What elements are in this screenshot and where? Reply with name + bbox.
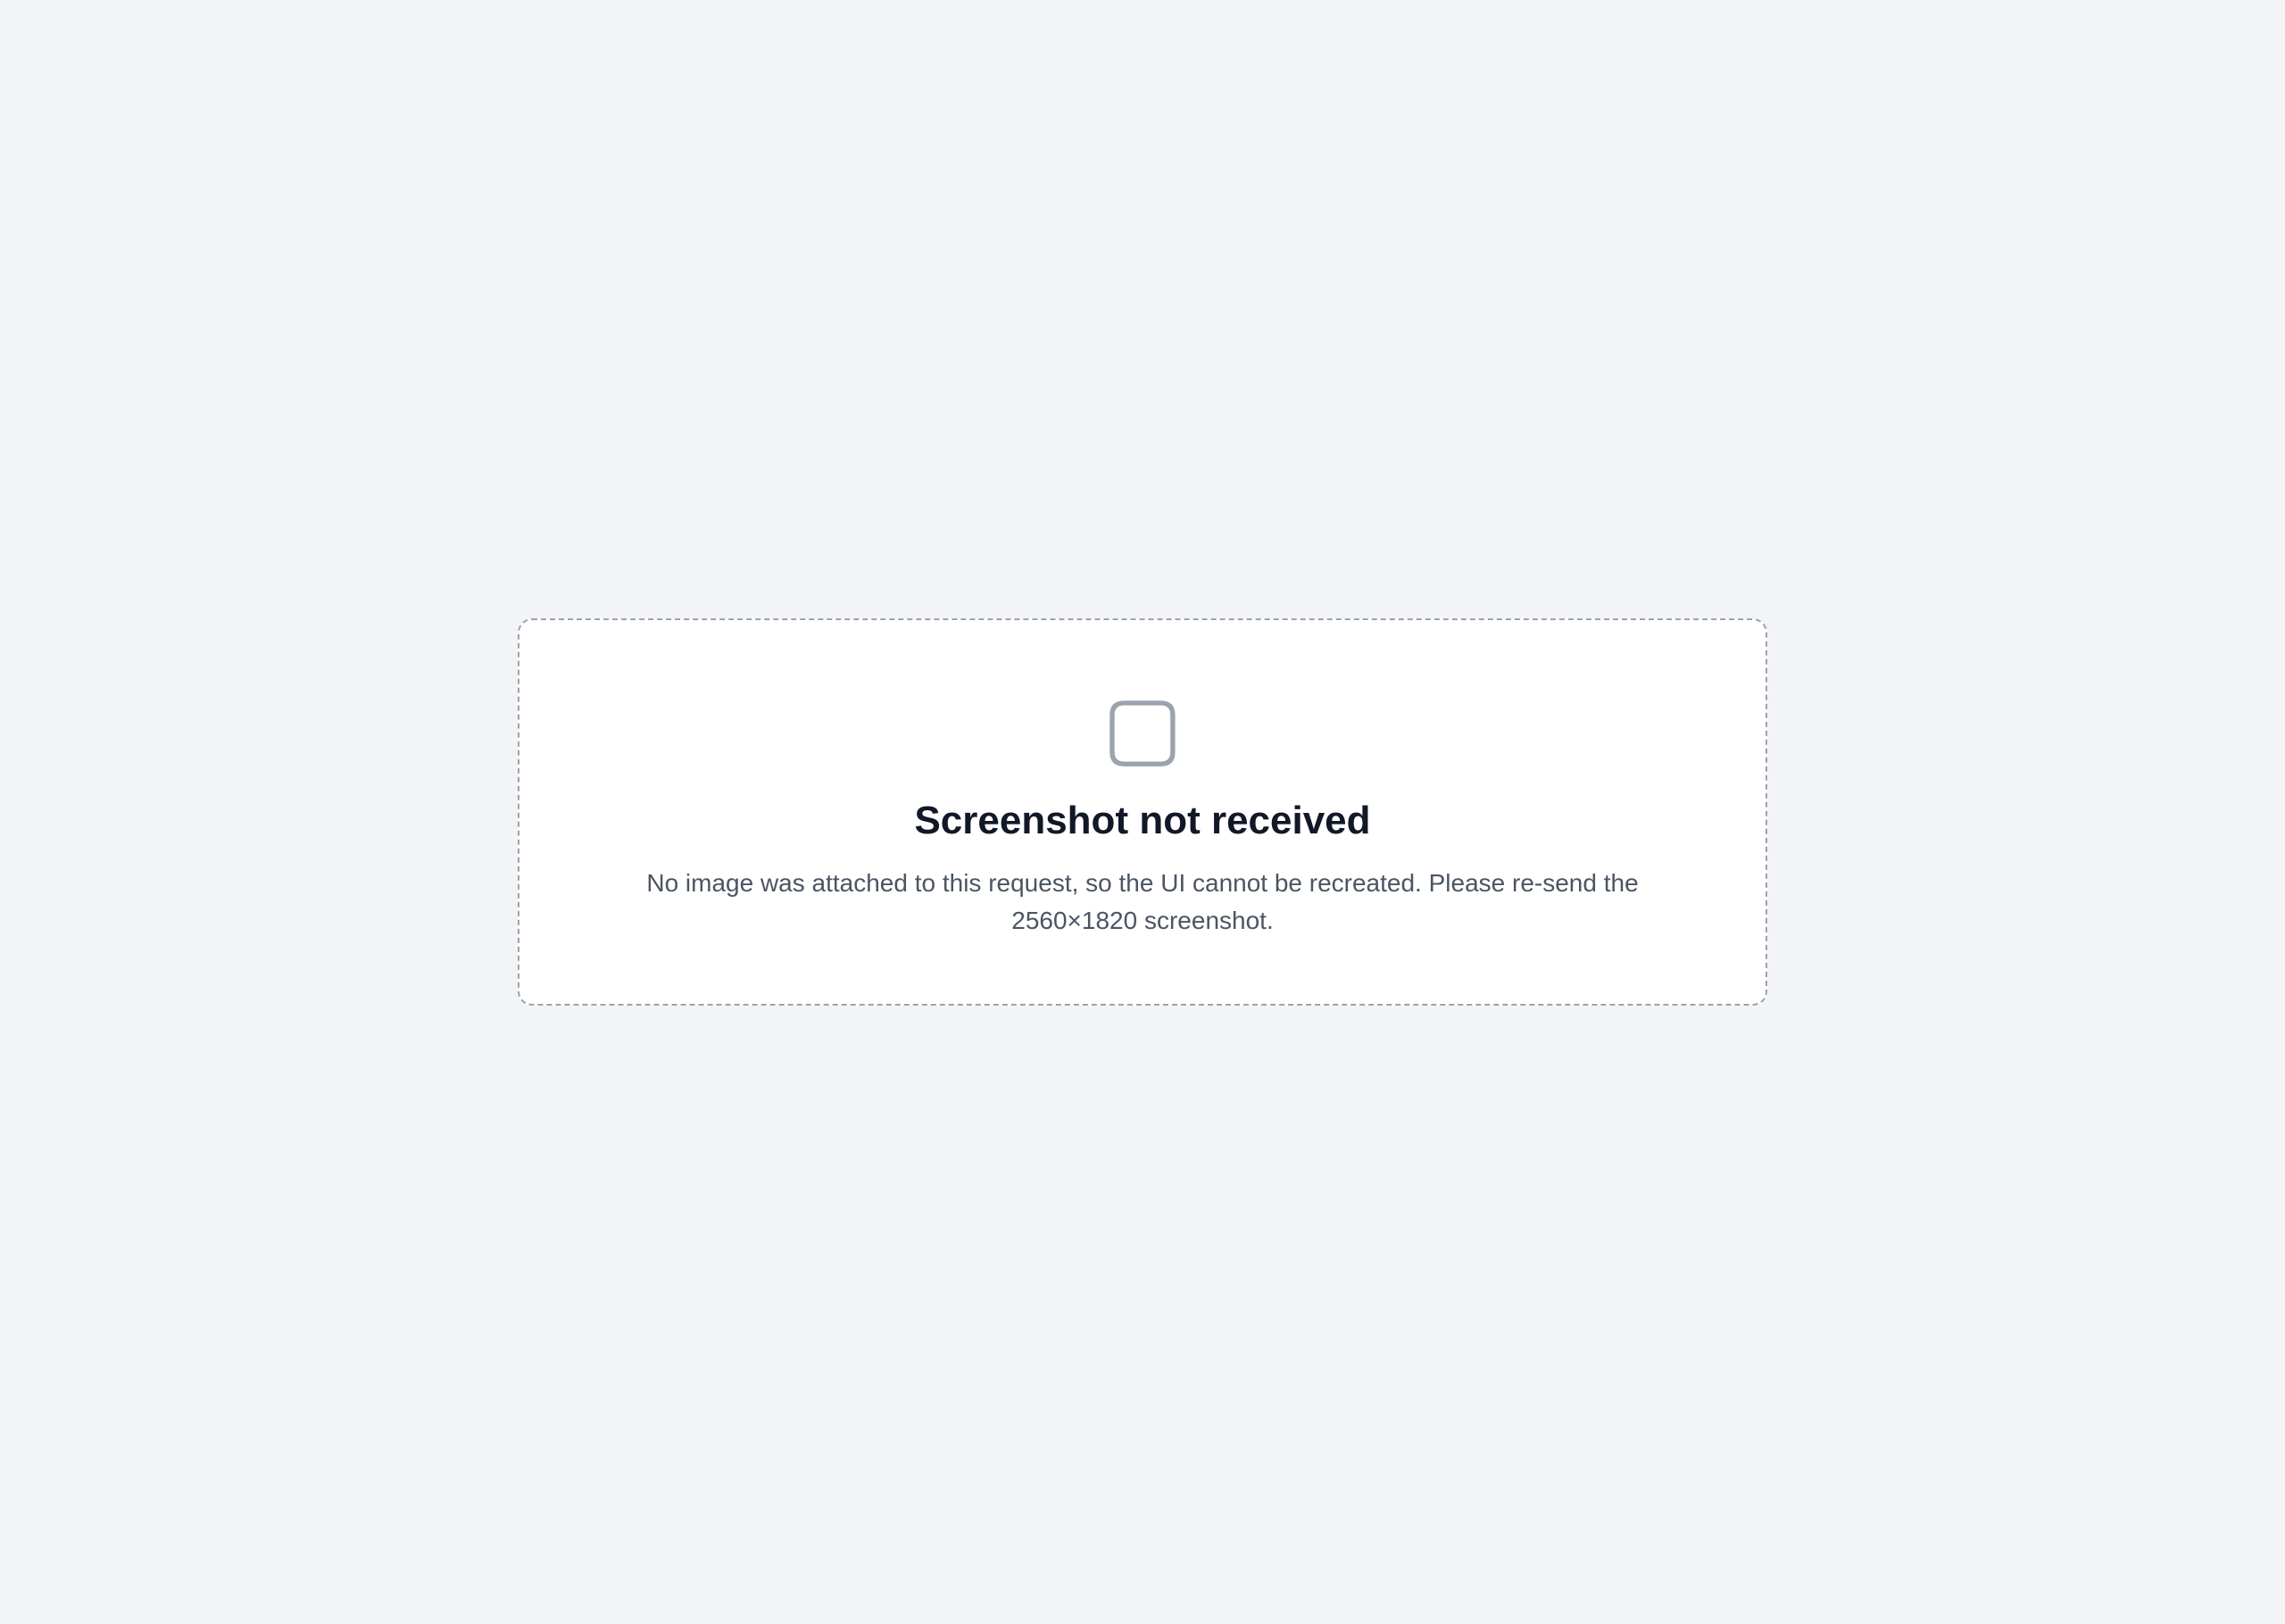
notice-title: Screenshot not received	[914, 799, 1371, 842]
missing-image-notice: ▢ Screenshot not received No image was a…	[518, 618, 1767, 1006]
image-missing-icon: ▢	[1101, 679, 1184, 775]
notice-body: No image was attached to this request, s…	[646, 869, 1639, 934]
